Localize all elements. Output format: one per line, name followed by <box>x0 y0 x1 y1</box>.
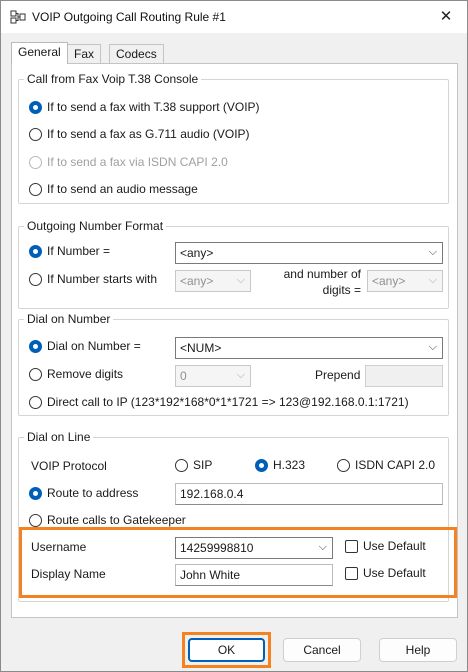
starts-with-combo: <any> ⌵ <box>175 270 251 292</box>
if-number-combo[interactable]: <any> ⌵ <box>175 242 443 264</box>
dialog-window: VOIP Outgoing Call Routing Rule #1 ✕ Gen… <box>0 0 468 672</box>
help-button[interactable]: Help <box>379 638 457 662</box>
radio-starts-with[interactable]: If Number starts with <box>29 272 157 286</box>
chevron-down-icon[interactable]: ⌵ <box>429 341 437 354</box>
dial-on-number-value: <NUM> <box>180 341 222 355</box>
direct-call-ip-label: Direct call to IP (123*192*168*0*1*1721 … <box>47 395 409 409</box>
title-bar[interactable]: VOIP Outgoing Call Routing Rule #1 ✕ <box>1 1 467 33</box>
window-title: VOIP Outgoing Call Routing Rule #1 <box>32 10 226 24</box>
dial-on-line-title: Dial on Line <box>24 430 94 444</box>
chevron-down-icon[interactable]: ⌵ <box>429 246 437 259</box>
radio-protocol-h323[interactable]: H.323 <box>255 458 305 472</box>
protocol-isdn-label: ISDN CAPI 2.0 <box>355 458 436 472</box>
radio-selected-icon <box>29 244 42 258</box>
radio-route-to-address[interactable]: Route to address <box>29 486 138 500</box>
credentials-highlight <box>19 527 457 598</box>
radio-unselected-icon <box>29 395 42 409</box>
radio-fax-g711-label: If to send a fax as G.711 audio (VOIP) <box>47 127 250 141</box>
radio-unselected-icon <box>175 458 188 472</box>
close-button[interactable]: ✕ <box>435 7 457 27</box>
route-gatekeeper-label: Route calls to Gatekeeper <box>47 513 186 527</box>
digits-value: <any> <box>372 274 406 288</box>
prepend-input <box>365 365 443 387</box>
tab-general[interactable]: General <box>11 42 68 64</box>
call-from-fax-group: Call from Fax Voip T.38 Console If to se… <box>18 72 449 204</box>
radio-fax-t38[interactable]: If to send a fax with T.38 support (VOIP… <box>29 100 260 114</box>
remove-digits-label: Remove digits <box>47 367 124 381</box>
radio-fax-isdn: If to send a fax via ISDN CAPI 2.0 <box>29 155 228 169</box>
radio-route-gatekeeper[interactable]: Route calls to Gatekeeper <box>29 513 186 527</box>
tab-codecs[interactable]: Codecs <box>109 44 164 63</box>
radio-unselected-icon <box>29 513 42 527</box>
ok-button[interactable]: OK <box>188 638 265 662</box>
call-from-fax-title: Call from Fax Voip T.38 Console <box>24 72 202 86</box>
radio-unselected-icon <box>29 127 42 141</box>
radio-protocol-isdn[interactable]: ISDN CAPI 2.0 <box>337 458 435 472</box>
protocol-h323-label: H.323 <box>273 458 306 472</box>
remove-digits-combo: 0 ⌵ <box>175 365 251 387</box>
chevron-down-icon: ⌵ <box>236 274 245 286</box>
dial-on-number-label: Dial on Number = <box>47 339 141 353</box>
if-number-label: If Number = <box>47 244 111 258</box>
radio-selected-icon <box>29 486 42 500</box>
radio-audio-message[interactable]: If to send an audio message <box>29 182 198 196</box>
digits-label-line1: and number of <box>283 267 361 281</box>
radio-unselected-icon <box>29 367 42 381</box>
chevron-down-icon: ⌵ <box>428 274 437 286</box>
route-to-address-label: Route to address <box>47 486 139 500</box>
voip-protocol-label: VOIP Protocol <box>31 459 107 473</box>
radio-direct-call-ip[interactable]: Direct call to IP (123*192*168*0*1*1721 … <box>29 395 409 409</box>
radio-unselected-icon <box>337 458 350 472</box>
outgoing-number-title: Outgoing Number Format <box>24 219 167 233</box>
chevron-down-icon: ⌵ <box>236 369 245 381</box>
general-tab-panel: Call from Fax Voip T.38 Console If to se… <box>11 63 458 618</box>
if-number-value: <any> <box>180 246 214 260</box>
dial-on-number-title: Dial on Number <box>24 312 114 326</box>
radio-selected-icon <box>29 339 42 353</box>
remove-digits-value: 0 <box>180 369 187 383</box>
prepend-label: Prepend <box>315 368 361 382</box>
dial-on-number-group: Dial on Number Dial on Number = <NUM> ⌵ … <box>18 312 449 416</box>
close-icon: ✕ <box>439 8 453 25</box>
radio-selected-icon <box>29 100 42 114</box>
protocol-sip-label: SIP <box>193 458 213 472</box>
radio-remove-digits[interactable]: Remove digits <box>29 367 123 381</box>
dial-on-number-combo[interactable]: <NUM> ⌵ <box>175 337 443 359</box>
radio-audio-message-label: If to send an audio message <box>47 182 198 196</box>
radio-unselected-icon <box>29 182 42 196</box>
digits-combo: <any> ⌵ <box>367 270 443 292</box>
radio-fax-t38-label: If to send a fax with T.38 support (VOIP… <box>47 100 260 114</box>
routing-rule-icon <box>10 10 26 24</box>
starts-with-label: If Number starts with <box>47 272 158 286</box>
radio-fax-isdn-label: If to send a fax via ISDN CAPI 2.0 <box>47 155 228 169</box>
radio-if-number[interactable]: If Number = <box>29 244 110 258</box>
digits-label-line2: digits = <box>322 283 361 297</box>
starts-with-value: <any> <box>180 274 214 288</box>
radio-protocol-sip[interactable]: SIP <box>175 458 212 472</box>
outgoing-number-group: Outgoing Number Format If Number = <any>… <box>18 219 449 309</box>
tab-fax[interactable]: Fax <box>67 44 102 63</box>
radio-unselected-icon <box>29 155 42 169</box>
route-address-input[interactable]: 192.168.0.4 <box>175 483 443 505</box>
cancel-button[interactable]: Cancel <box>283 638 361 662</box>
radio-selected-icon <box>255 458 268 472</box>
radio-fax-g711[interactable]: If to send a fax as G.711 audio (VOIP) <box>29 127 250 141</box>
radio-unselected-icon <box>29 272 42 286</box>
radio-dial-on-number[interactable]: Dial on Number = <box>29 339 141 353</box>
